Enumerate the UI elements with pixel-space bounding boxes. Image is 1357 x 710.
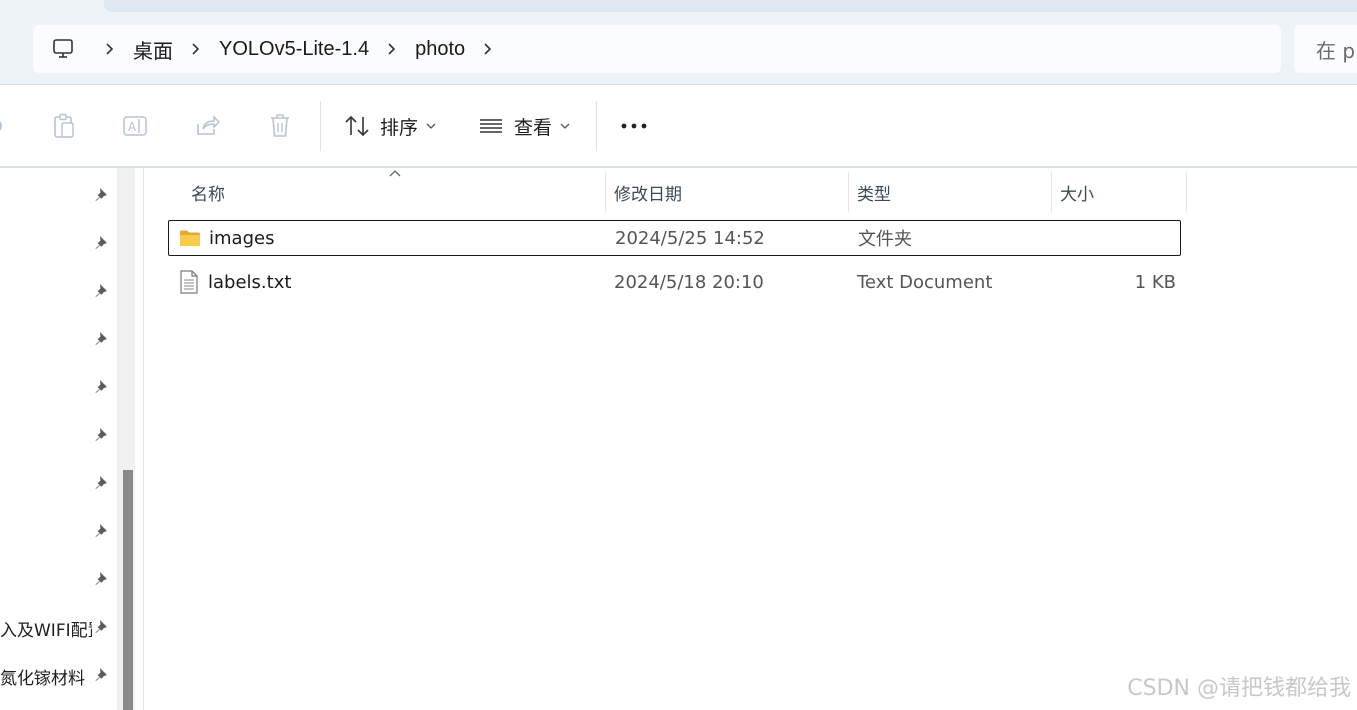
chevron-right-icon[interactable] <box>375 25 409 73</box>
this-pc-icon[interactable] <box>33 25 93 73</box>
column-header-size[interactable]: 大小 <box>1051 172 1186 212</box>
file-row[interactable]: images 2024/5/25 14:52 文件夹 <box>168 220 1181 256</box>
file-name-cell: labels.txt <box>178 264 291 300</box>
file-name: labels.txt <box>208 271 292 293</box>
address-bar[interactable]: 桌面 YOLOv5-Lite-1.4 photo <box>33 25 1281 73</box>
column-divider[interactable] <box>1186 172 1187 212</box>
paste-icon[interactable] <box>44 105 84 147</box>
tab-area <box>104 0 1357 12</box>
file-row[interactable]: labels.txt 2024/5/18 20:10 Text Document… <box>168 264 1181 300</box>
column-header-date[interactable]: 修改日期 <box>605 172 848 212</box>
view-button[interactable]: 查看 <box>478 105 578 147</box>
column-header-type[interactable]: 类型 <box>848 172 1051 212</box>
pin-icon[interactable] <box>93 186 111 204</box>
folder-icon <box>180 230 200 246</box>
navigation-pane: 入及WIFI配置 氮化镓材料 <box>0 168 117 710</box>
address-area: 桌面 YOLOv5-Lite-1.4 photo 在 p <box>0 14 1357 84</box>
chevron-down-icon <box>426 123 436 129</box>
watermark: CSDN @请把钱都给我 <box>1127 676 1351 701</box>
pin-icon[interactable] <box>93 234 111 252</box>
cut-icon[interactable] <box>0 105 16 147</box>
rename-icon[interactable]: A <box>116 105 156 147</box>
file-list: 名称 修改日期 类型 大小 images 2024/5/25 14:52 文件夹 <box>144 168 1357 710</box>
file-explorer-window: 桌面 YOLOv5-Lite-1.4 photo 在 p A 排序 查看 入及W… <box>0 0 1357 710</box>
chevron-right-icon[interactable] <box>471 25 505 73</box>
view-label: 查看 <box>514 116 553 139</box>
pin-icon[interactable] <box>93 570 111 588</box>
share-icon[interactable] <box>188 105 228 147</box>
command-bar: A 排序 查看 <box>0 85 1357 167</box>
toolbar-separator <box>320 101 321 151</box>
pin-icon[interactable] <box>93 522 111 540</box>
sort-icon <box>345 115 369 137</box>
text-document-icon <box>180 270 198 294</box>
file-name-cell: images <box>179 221 274 255</box>
sort-label: 排序 <box>380 116 419 139</box>
column-header-name[interactable]: 名称 <box>182 172 605 212</box>
file-name: images <box>209 227 275 249</box>
file-size: 1 KB <box>1134 271 1176 293</box>
chevron-right-icon[interactable] <box>179 25 213 73</box>
more-options-icon[interactable] <box>614 105 654 147</box>
breadcrumb-desktop[interactable]: 桌面 <box>127 25 179 73</box>
chevron-down-icon <box>560 123 570 129</box>
title-strip <box>0 0 1357 14</box>
delete-icon[interactable] <box>260 105 300 147</box>
pin-icon[interactable] <box>93 666 111 684</box>
pin-icon[interactable] <box>93 378 111 396</box>
pin-icon[interactable] <box>93 426 111 444</box>
file-date: 2024/5/25 14:52 <box>615 227 765 249</box>
nav-item-gan-material[interactable]: 氮化镓材料 <box>0 664 92 689</box>
nav-scrollbar-thumb[interactable] <box>123 470 133 710</box>
file-type: 文件夹 <box>858 229 912 250</box>
sort-button[interactable]: 排序 <box>344 105 444 147</box>
toolbar-separator <box>596 101 597 151</box>
file-type: Text Document <box>857 271 993 293</box>
breadcrumb-yolov5-lite[interactable]: YOLOv5-Lite-1.4 <box>213 25 375 73</box>
pin-icon[interactable] <box>93 474 111 492</box>
pin-icon[interactable] <box>93 282 111 300</box>
svg-text:A: A <box>128 120 137 134</box>
file-date: 2024/5/18 20:10 <box>614 271 764 293</box>
search-input[interactable]: 在 p <box>1294 25 1357 73</box>
breadcrumb-photo[interactable]: photo <box>409 25 471 73</box>
pin-icon[interactable] <box>93 330 111 348</box>
view-list-icon <box>480 119 502 133</box>
nav-item-wifi-config[interactable]: 入及WIFI配置 <box>0 616 92 641</box>
pin-icon[interactable] <box>93 618 111 636</box>
chevron-right-icon[interactable] <box>93 25 127 73</box>
